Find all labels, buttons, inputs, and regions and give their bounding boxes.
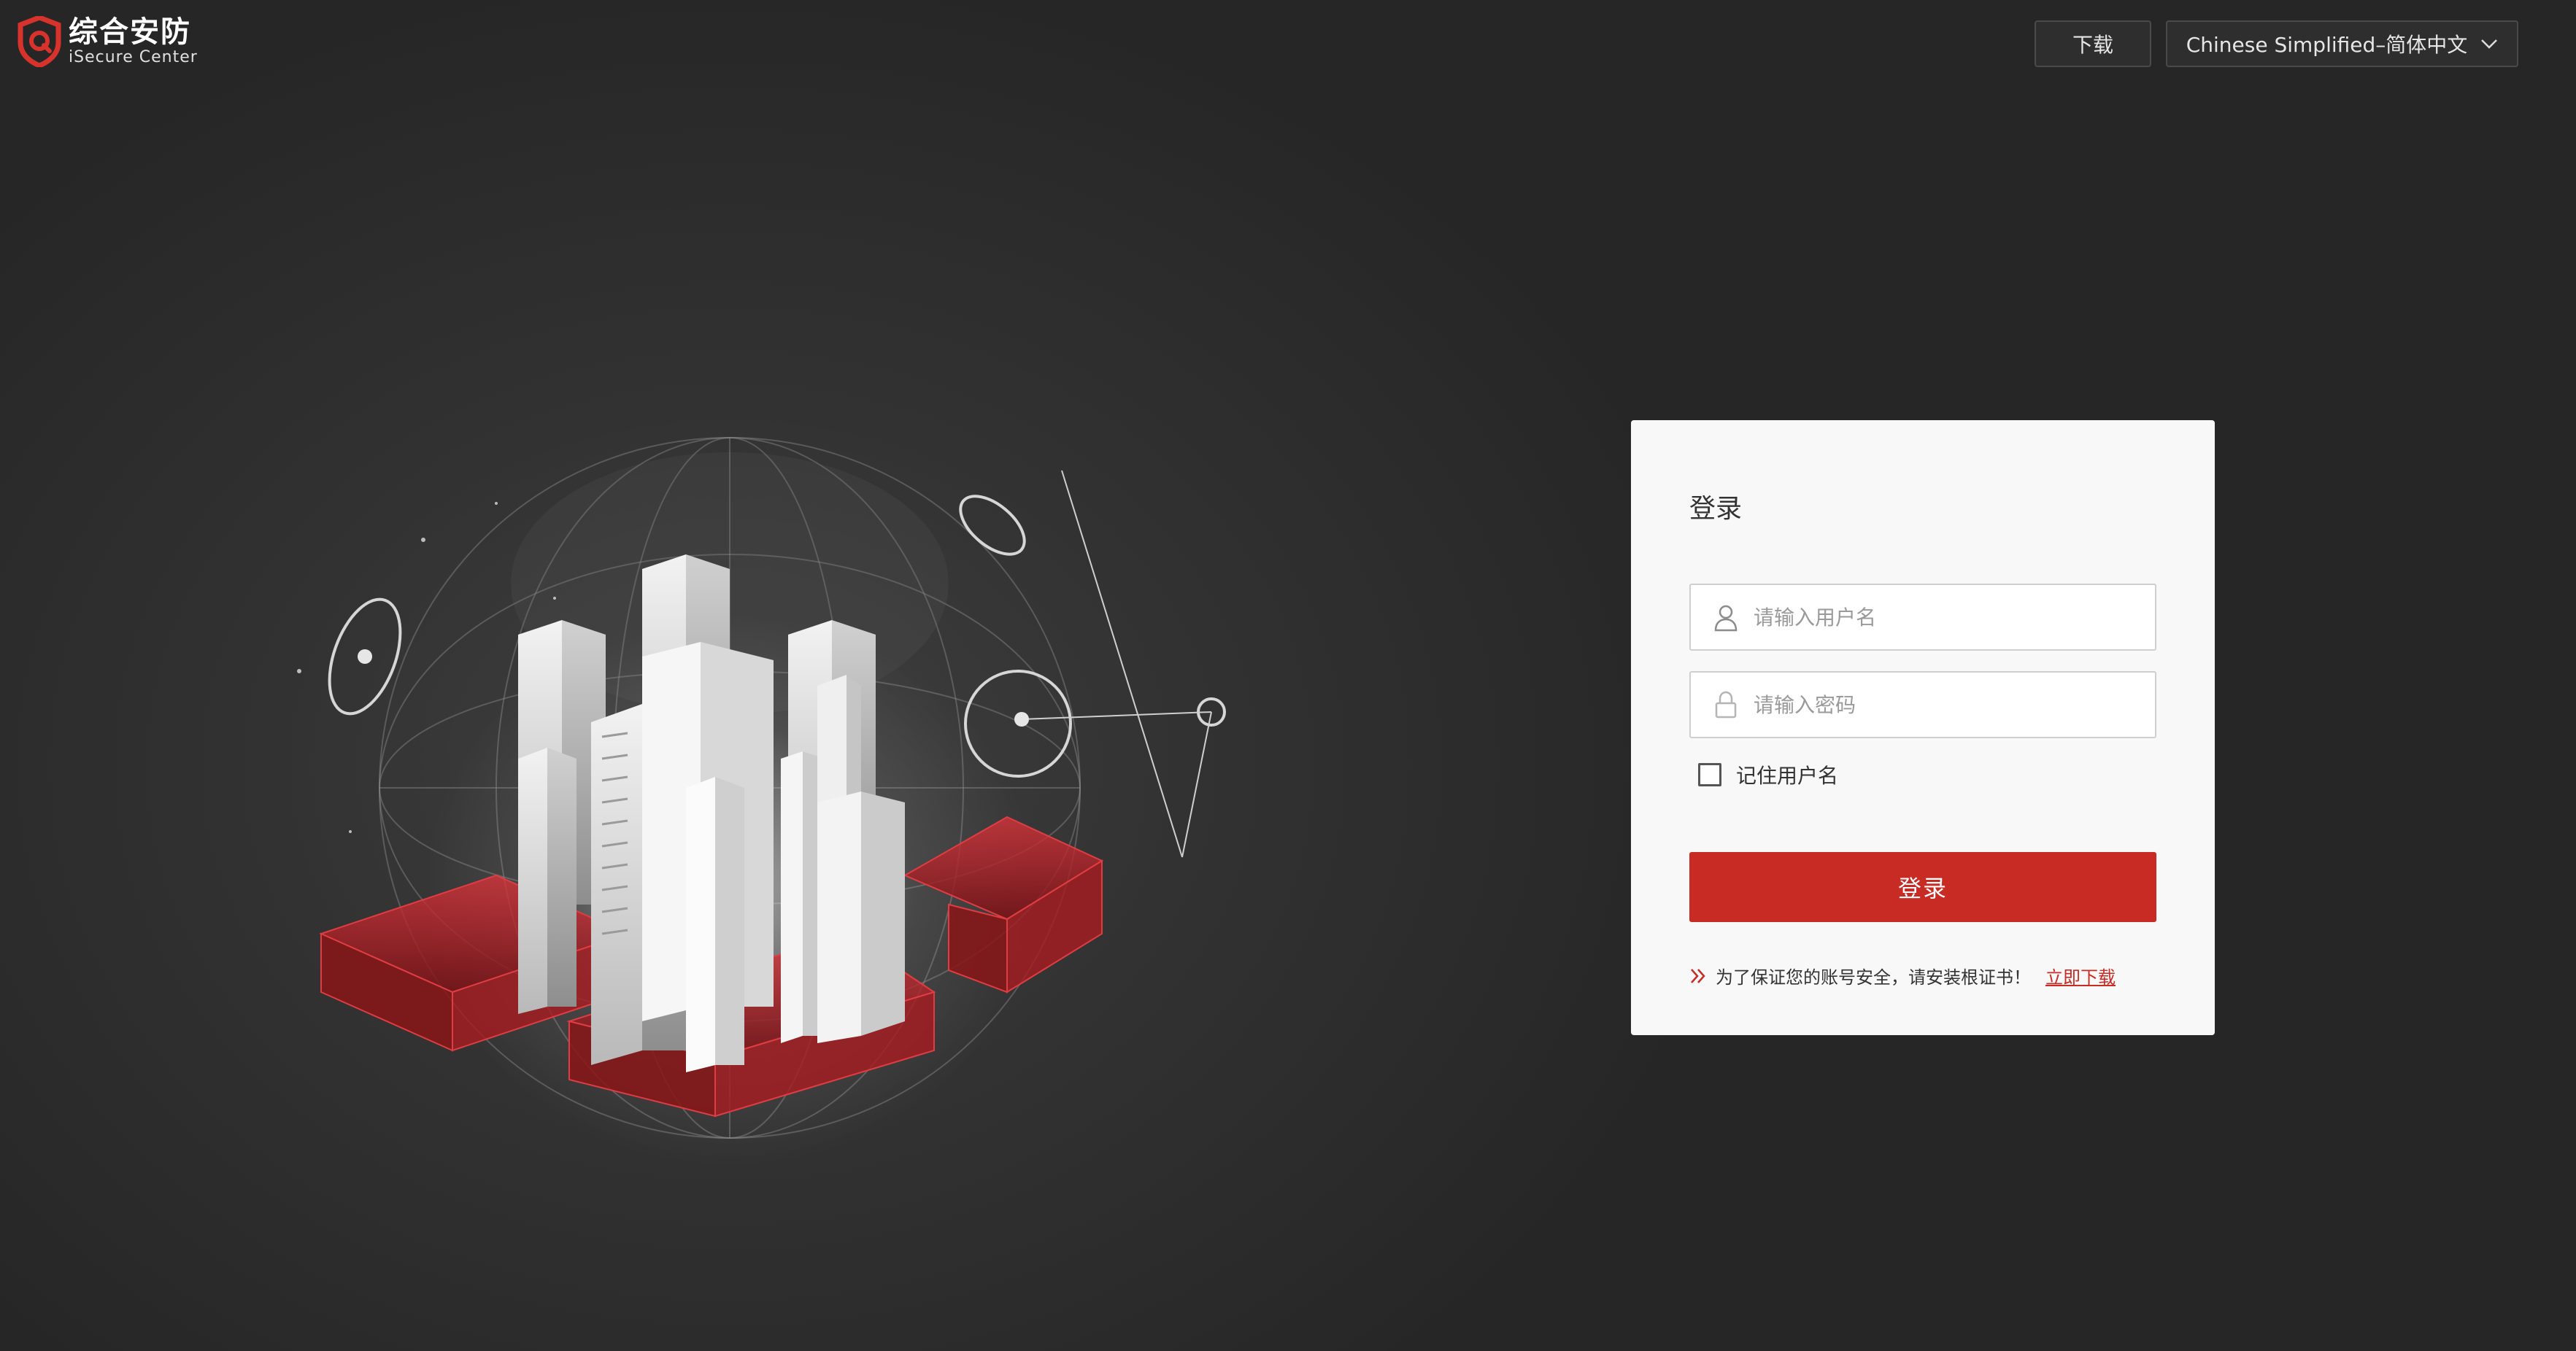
remember-label: 记住用户名 xyxy=(1736,764,1839,788)
remember-username[interactable]: 记住用户名 xyxy=(1698,760,1838,789)
city-globe-illustration xyxy=(297,437,1226,1167)
username-field[interactable] xyxy=(1689,584,2156,651)
password-field[interactable] xyxy=(1689,671,2156,738)
password-input[interactable] xyxy=(1754,692,2155,717)
notice-text: 为了保证您的账号安全，请安装根证书！ xyxy=(1716,967,2031,988)
login-card: 登录 记住用户名 登录 为了保证您的账号安全，请安装根证书！ 立即下载 xyxy=(1631,420,2215,1035)
login-button[interactable]: 登录 xyxy=(1689,852,2156,922)
logo-subtitle: iSecure Center xyxy=(69,48,198,66)
logo: 综合安防 iSecure Center xyxy=(18,16,198,67)
chevron-down-icon xyxy=(2481,39,2498,49)
buildings xyxy=(518,554,905,1072)
double-chevron-icon xyxy=(1691,968,1705,983)
download-button[interactable]: 下载 xyxy=(2035,20,2151,67)
language-selected-label: Chinese Simplified–简体中文 xyxy=(2186,33,2468,57)
language-select[interactable]: Chinese Simplified–简体中文 xyxy=(2166,20,2518,67)
download-now-link[interactable]: 立即下载 xyxy=(2045,963,2116,988)
username-input[interactable] xyxy=(1754,605,2155,630)
lock-icon xyxy=(1715,691,1737,719)
certificate-notice: 为了保证您的账号安全，请安装根证书！ 立即下载 xyxy=(1689,963,2116,988)
remember-checkbox[interactable] xyxy=(1698,763,1721,786)
login-title: 登录 xyxy=(1689,494,1743,524)
shield-logo-icon xyxy=(18,16,61,67)
logo-title: 综合安防 xyxy=(69,15,191,49)
user-icon xyxy=(1714,605,1738,632)
